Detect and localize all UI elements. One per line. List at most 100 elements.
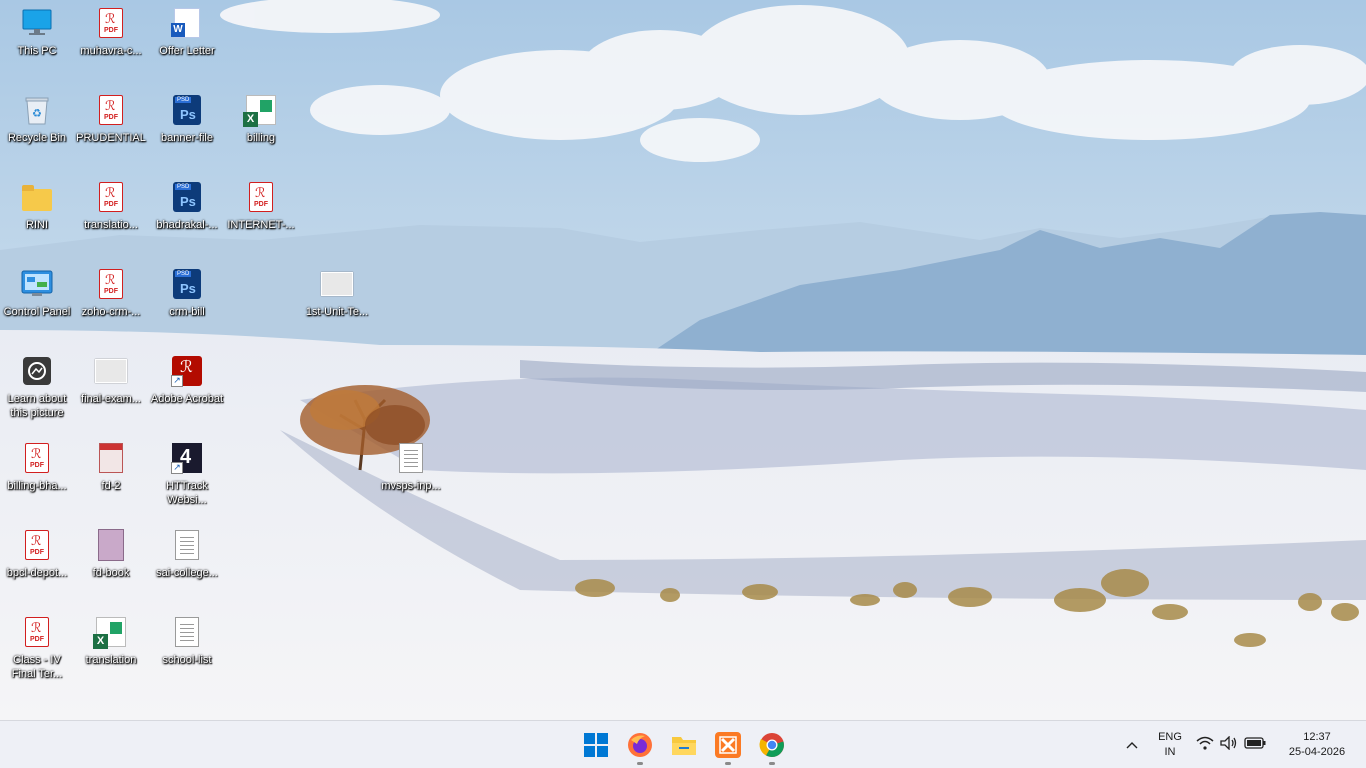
icon-label: fd-book [92,567,130,579]
xampp-app[interactable] [712,729,744,765]
desktop-icon-folder[interactable]: RINI [0,180,74,232]
shortcut-arrow-icon: ↗ [171,375,183,387]
region-code: IN [1164,746,1176,758]
desktop-icon-pdf[interactable]: ℛ INTERNET-... [224,180,298,232]
image-thumbnail-icon [94,354,128,388]
icon-label: Recycle Bin [7,132,67,144]
desktop-icon-pdf[interactable]: ℛ zoho-crm-... [74,267,148,319]
desktop-icon-psd[interactable]: PSD Ps crm-bill [150,267,224,319]
pdf-file-icon: ℛ [20,615,54,649]
icon-label: HTTrack Websi... [166,480,208,506]
icon-label: INTERNET-... [227,219,295,231]
icon-label: billing [246,132,276,144]
battery-icon [1244,737,1266,749]
desktop-icon-text-file[interactable]: mvsps-inp... [374,441,448,493]
taskbar: ENG IN 12:37 25-04-2026 [0,720,1366,768]
excel-file-icon: X [93,615,128,649]
desktop-icon-image[interactable]: fd-2 [74,441,148,493]
icon-label: Class - IV Final Ter... [11,654,63,680]
show-hidden-icons-button[interactable] [1122,735,1142,755]
desktop-icon-pdf[interactable]: ℛ billing-bha... [0,441,74,493]
windows-icon [584,733,608,757]
desktop-icon-psd[interactable]: PSD Ps bhadrakal-... [150,180,224,232]
icon-label: Adobe Acrobat [150,393,224,405]
start-button[interactable] [580,729,612,761]
icon-label: school-list [162,654,212,666]
word-file-icon: W [170,6,204,40]
pdf-file-icon: ℛ [94,180,128,214]
xampp-icon [715,732,741,758]
icon-label: PRUDENTIAL [76,132,146,144]
firefox-icon [628,733,652,757]
adobe-acrobat-icon: ℛ ↗ [170,354,204,388]
icon-label: translatio... [84,219,138,231]
pdf-file-icon: ℛ [94,267,128,301]
desktop-icon-this-pc[interactable]: This PC [0,6,74,58]
icon-label: crm-bill [169,306,205,318]
clock-time: 12:37 [1303,731,1331,743]
icon-label: 1st-Unit-Te... [305,306,369,318]
desktop-icon-pdf[interactable]: ℛ bpcl-depot... [0,528,74,580]
file-explorer-app[interactable] [668,729,700,761]
language-code: ENG [1158,731,1182,743]
desktop-icon-control-panel[interactable]: Control Panel [0,267,74,319]
desktop-icon-area: This PC ℛ muhavra-c... W Offer Letter ♻ … [0,0,1366,720]
clock[interactable]: 12:37 25-04-2026 [1278,730,1356,760]
desktop-icon-text-file[interactable]: sai-college... [150,528,224,580]
pdf-file-icon: ℛ [94,6,128,40]
svg-text:♻: ♻ [32,107,42,120]
chrome-icon [759,733,784,757]
recycle-bin-icon: ♻ [20,93,54,127]
icon-label: billing-bha... [7,480,67,492]
pdf-file-icon: ℛ [20,528,54,562]
pdf-file-icon: ℛ [244,180,278,214]
desktop-icon-word[interactable]: W Offer Letter [150,6,224,58]
desktop-icon-httrack[interactable]: 4 ↗ HTTrack Websi... [150,441,224,507]
desktop-icon-psd[interactable]: PSD Ps banner-file [150,93,224,145]
desktop-icon-image[interactable]: final-exam... [74,354,148,406]
text-file-icon [394,441,428,475]
image-thumbnail-icon [94,441,128,475]
photoshop-file-icon: PSD Ps [170,267,204,301]
desktop-icon-adobe-acrobat[interactable]: ℛ ↗ Adobe Acrobat [150,354,224,406]
icon-label: bpcl-depot... [6,567,68,579]
clock-date: 25-04-2026 [1288,746,1346,758]
desktop-icon-excel[interactable]: X billing [224,93,298,145]
icon-label: fd-2 [101,480,121,492]
running-indicator [769,762,775,765]
running-indicator [725,762,731,765]
icon-label: bhadrakal-... [156,219,218,231]
photoshop-file-icon: PSD Ps [170,180,204,214]
text-file-icon [170,615,204,649]
icon-label: Learn about this picture [7,393,67,419]
language-indicator[interactable]: ENG IN [1152,730,1188,760]
system-tray-group[interactable] [1196,736,1266,750]
icon-label: Control Panel [3,306,71,318]
running-indicator [637,762,643,765]
icon-label: Offer Letter [159,45,215,57]
desktop-icon-learn-about-picture[interactable]: Learn about this picture [0,354,74,420]
folder-icon [672,737,696,755]
monitor-icon [20,6,54,40]
desktop-icon-pdf[interactable]: ℛ muhavra-c... [74,6,148,58]
icon-label: muhavra-c... [80,45,142,57]
icon-label: This PC [17,45,57,57]
volume-icon [1220,736,1237,750]
desktop-icon-pdf[interactable]: ℛ translatio... [74,180,148,232]
control-panel-icon [20,267,54,301]
desktop-icon-text-file[interactable]: school-list [150,615,224,667]
text-file-icon [170,528,204,562]
desktop-icon-excel[interactable]: X translation [74,615,148,667]
icon-label: translation [85,654,137,666]
desktop-icon-pdf[interactable]: ℛ Class - IV Final Ter... [0,615,74,681]
firefox-app[interactable] [624,729,656,765]
chrome-app[interactable] [756,729,788,765]
desktop-icon-image[interactable]: 1st-Unit-Te... [300,267,374,319]
shortcut-arrow-icon: ↗ [171,462,183,474]
camera-info-icon [20,354,54,388]
desktop-icon-recycle-bin[interactable]: ♻ Recycle Bin [0,93,74,145]
desktop-icon-pdf[interactable]: ℛ PRUDENTIAL [74,93,148,145]
icon-label: sai-college... [156,567,218,579]
desktop-icon-image[interactable]: fd-book [74,528,148,580]
icon-label: mvsps-inp... [381,480,441,492]
